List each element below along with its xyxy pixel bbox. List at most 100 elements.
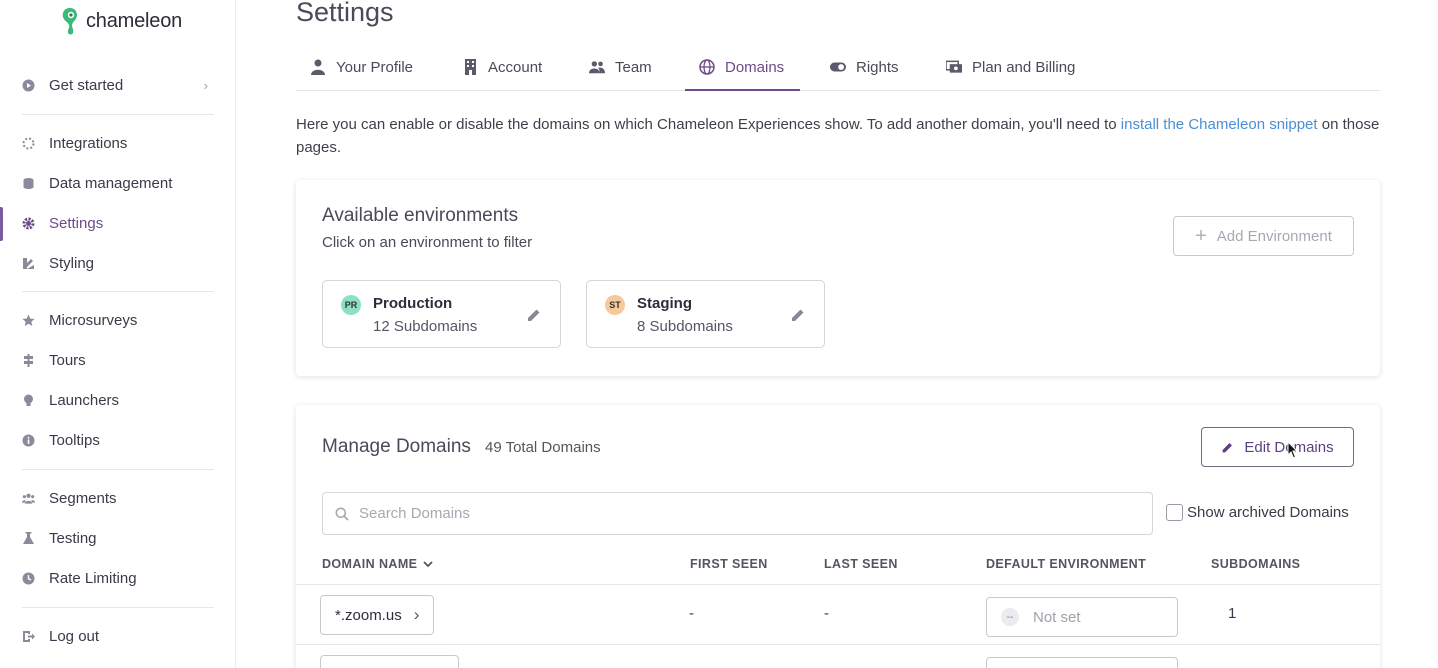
- sidebar-item-rate-limiting[interactable]: Rate Limiting: [0, 560, 236, 596]
- manage-domains-title: Manage Domains: [322, 436, 471, 457]
- environments-subtitle: Click on an environment to filter: [322, 234, 533, 251]
- add-environment-label: Add Environment: [1216, 227, 1332, 245]
- sidebar-item-styling[interactable]: Styling: [0, 245, 236, 281]
- users-icon: [22, 492, 35, 505]
- edit-domains-button[interactable]: Edit Domains: [1201, 427, 1354, 467]
- sidebar-item-integrations[interactable]: Integrations: [0, 125, 236, 161]
- add-environment-button[interactable]: + Add Environment: [1173, 216, 1354, 256]
- tab-label: Plan and Billing: [972, 58, 1076, 76]
- environments-card: Available environments Click on an envir…: [296, 180, 1380, 376]
- palette-icon: [22, 257, 35, 270]
- clock-icon: [22, 572, 35, 585]
- pencil-icon[interactable]: [790, 307, 806, 323]
- tab-account[interactable]: Account: [448, 44, 556, 90]
- tab-label: Account: [488, 58, 543, 76]
- pencil-icon[interactable]: [526, 307, 542, 323]
- column-header-first-seen[interactable]: FIRST SEEN: [690, 557, 768, 571]
- team-icon: [589, 59, 605, 75]
- environment-name: Production: [373, 295, 453, 312]
- domain-name-chip[interactable]: *.zoom.us ›: [320, 595, 435, 635]
- tab-label: Team: [615, 58, 652, 76]
- person-icon: [310, 59, 326, 75]
- sidebar-item-get-started[interactable]: Get started ›: [0, 67, 236, 103]
- sidebar-item-microsurveys[interactable]: Microsurveys: [0, 302, 236, 338]
- show-archived-checkbox[interactable]: [1166, 504, 1183, 521]
- chevron-right-icon: ›: [413, 605, 420, 624]
- tab-domains[interactable]: Domains: [685, 44, 800, 91]
- sidebar-item-label: Launchers: [49, 391, 120, 409]
- tab-rights[interactable]: Rights: [816, 44, 913, 90]
- logout-icon: [22, 630, 35, 643]
- play-circle-icon: [22, 79, 35, 92]
- chevron-down-icon: [423, 560, 434, 567]
- sidebar-item-tooltips[interactable]: Tooltips: [0, 422, 236, 458]
- sidebar-item-label: Tooltips: [49, 431, 100, 449]
- tab-plan-and-billing[interactable]: Plan and Billing: [932, 44, 1089, 90]
- chameleon-logo-icon: [62, 8, 77, 35]
- environment-badge: ST: [605, 295, 625, 315]
- sidebar-divider: [22, 291, 214, 292]
- default-environment-select[interactable]: [986, 657, 1178, 668]
- sidebar-item-label: Tours: [49, 351, 86, 369]
- integrations-icon: [22, 137, 35, 150]
- sidebar-item-tours[interactable]: Tours: [0, 342, 236, 378]
- signpost-icon: [22, 353, 35, 367]
- default-environment-value: Not set: [1033, 608, 1081, 626]
- sidebar-item-log-out[interactable]: Log out: [0, 618, 236, 654]
- star-icon: [22, 314, 35, 327]
- tab-label: Rights: [856, 58, 899, 76]
- environment-count: 8 Subdomains: [637, 318, 733, 335]
- search-icon: [335, 507, 349, 521]
- sidebar-item-label: Styling: [49, 254, 95, 272]
- environment-staging[interactable]: ST Staging 8 Subdomains: [586, 280, 825, 348]
- first-seen-value: -: [689, 605, 694, 622]
- intro-text: Here you can enable or disable the domai…: [296, 116, 1121, 133]
- search-input[interactable]: [359, 505, 1139, 522]
- sidebar-item-testing[interactable]: Testing: [0, 520, 236, 556]
- sidebar: chameleon Get started › Integrations Dat…: [0, 0, 236, 668]
- sidebar-item-segments[interactable]: Segments: [0, 480, 236, 516]
- domain-name-chip[interactable]: [320, 655, 459, 668]
- sidebar-divider: [22, 607, 214, 608]
- sidebar-item-label: Integrations: [49, 134, 128, 152]
- tab-your-profile[interactable]: Your Profile: [296, 44, 427, 90]
- install-snippet-link[interactable]: install the Chameleon snippet: [1121, 116, 1318, 133]
- sidebar-item-label: Rate Limiting: [49, 569, 137, 587]
- column-header-last-seen[interactable]: LAST SEEN: [824, 557, 898, 571]
- settings-tabs: Your Profile Account Team Domains Rights…: [296, 44, 1380, 91]
- environment-count: 12 Subdomains: [373, 318, 478, 335]
- column-header-subdomains[interactable]: SUBDOMAINS: [1211, 557, 1300, 571]
- environment-badge: --: [1001, 608, 1019, 626]
- sidebar-divider: [22, 114, 214, 115]
- column-header-domain-name[interactable]: DOMAIN NAME: [322, 557, 434, 571]
- sidebar-item-data-management[interactable]: Data management: [0, 165, 236, 201]
- last-seen-value: -: [824, 605, 829, 622]
- logo[interactable]: chameleon: [60, 6, 182, 36]
- sidebar-item-label: Get started: [49, 76, 124, 94]
- page-title: Settings: [296, 0, 394, 27]
- environments-title: Available environments: [322, 205, 519, 226]
- environment-production[interactable]: PR Production 12 Subdomains: [322, 280, 561, 348]
- total-domains-count: 49 Total Domains: [485, 439, 601, 456]
- sidebar-item-settings[interactable]: Settings: [0, 205, 236, 241]
- column-header-label: DOMAIN NAME: [322, 557, 418, 571]
- database-icon: [22, 177, 35, 190]
- sidebar-divider: [22, 469, 214, 470]
- default-environment-select[interactable]: -- Not set: [986, 597, 1178, 637]
- sidebar-item-label: Segments: [49, 489, 117, 507]
- column-header-default-environment[interactable]: DEFAULT ENVIRONMENT: [986, 557, 1146, 571]
- bulb-icon: [22, 394, 35, 407]
- domains-intro: Here you can enable or disable the domai…: [296, 113, 1380, 159]
- sidebar-item-label: Microsurveys: [49, 311, 138, 329]
- plus-icon: +: [1195, 225, 1207, 247]
- sidebar-item-launchers[interactable]: Launchers: [0, 382, 236, 418]
- show-archived-toggle[interactable]: Show archived Domains: [1166, 504, 1349, 521]
- search-domains: [322, 492, 1153, 535]
- tab-team[interactable]: Team: [575, 44, 666, 90]
- environment-badge: PR: [341, 295, 361, 315]
- info-bubble-icon: [22, 434, 35, 447]
- globe-icon: [699, 59, 715, 75]
- tab-label: Your Profile: [336, 58, 413, 76]
- mouse-cursor-icon: [1287, 441, 1299, 459]
- toggle-icon: [830, 59, 846, 75]
